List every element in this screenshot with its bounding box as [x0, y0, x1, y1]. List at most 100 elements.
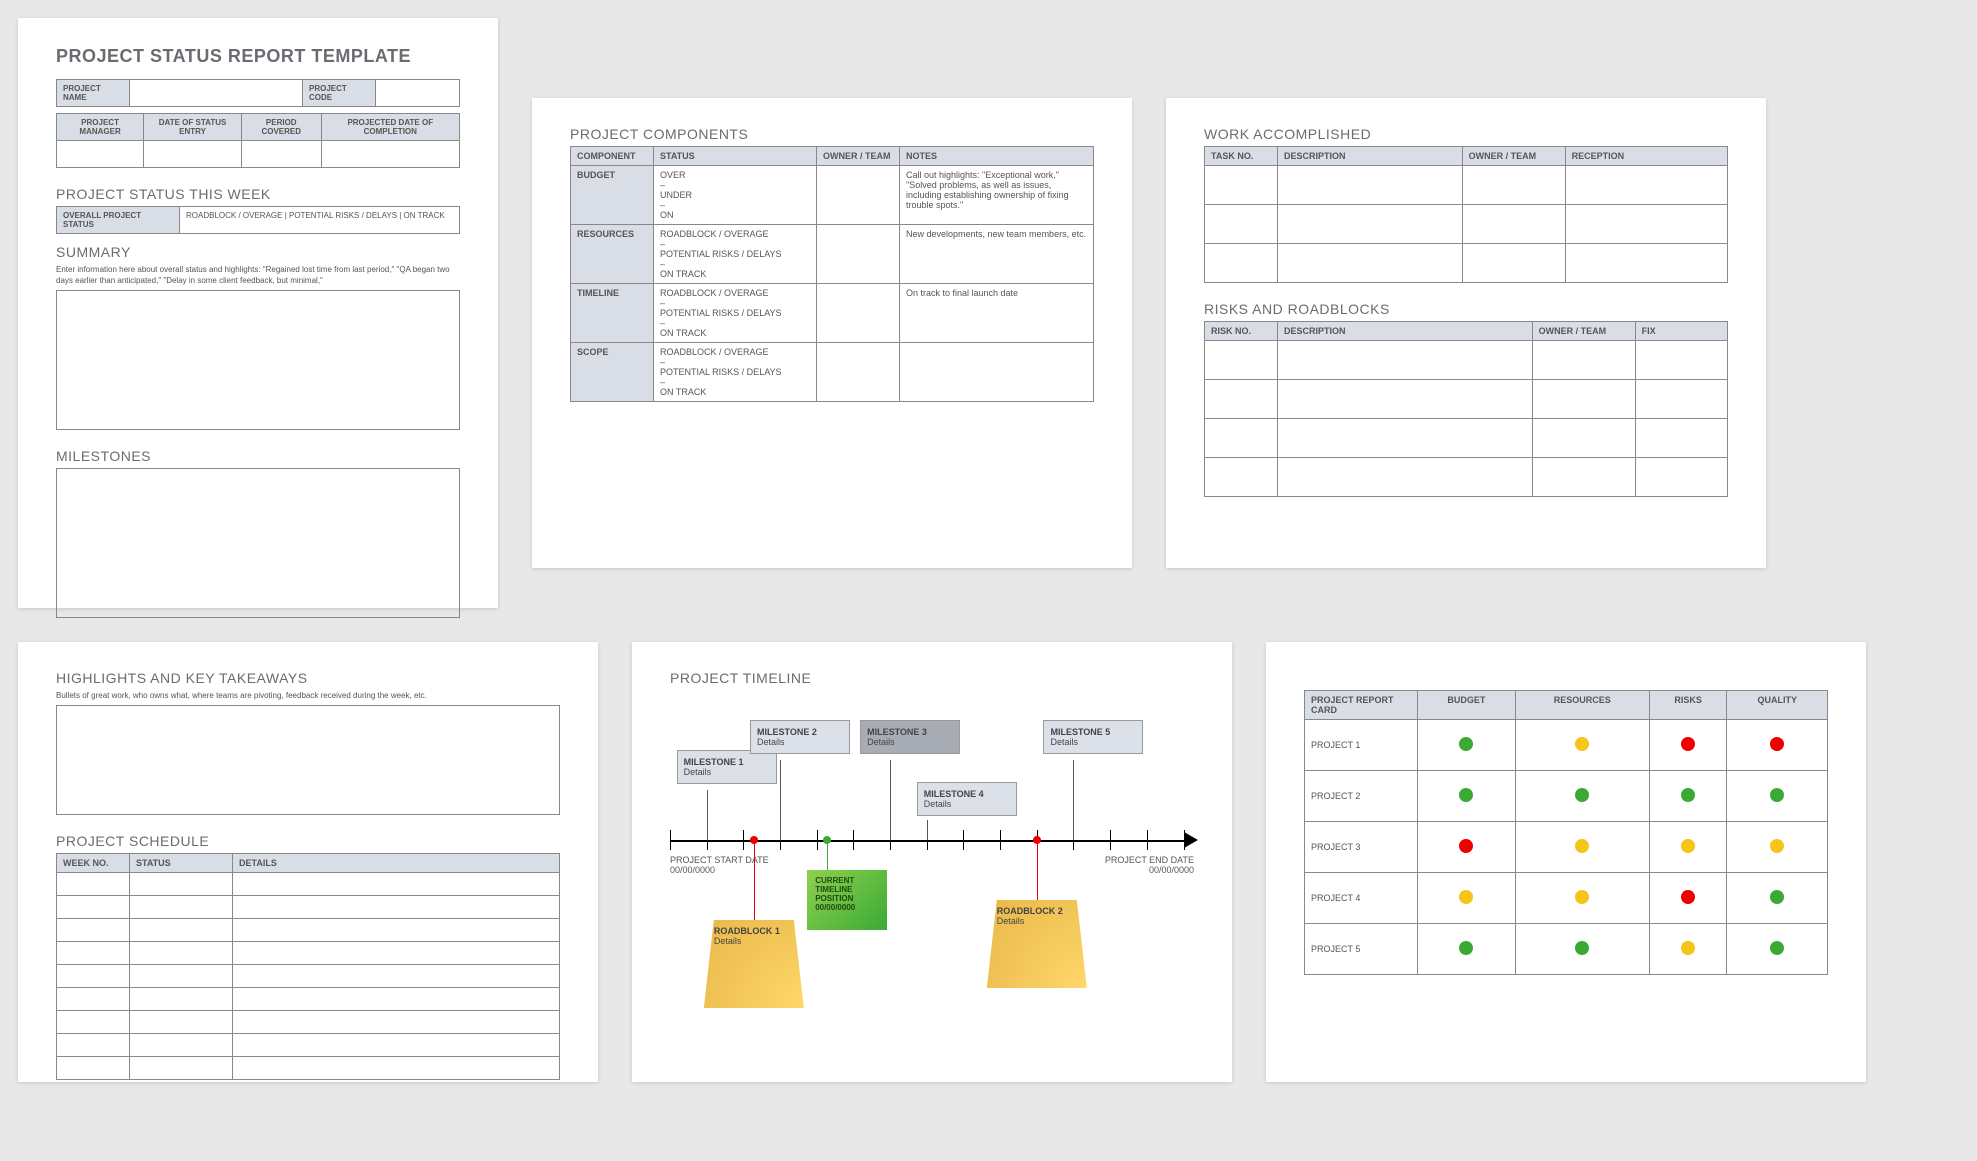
milestone-5-details: Details [1050, 737, 1078, 747]
summary-hint: Enter information here about overall sta… [56, 264, 460, 286]
row-scope-owner[interactable] [817, 343, 900, 402]
sched-col-details: DETAILS [233, 854, 560, 873]
status-dot-icon [1770, 839, 1784, 853]
status-dot-icon [1681, 788, 1695, 802]
rc-row-name: PROJECT 2 [1305, 771, 1418, 822]
rc-col-resources: RESOURCES [1515, 691, 1649, 720]
project-schedule-table: WEEK NO. STATUS DETAILS [56, 853, 560, 1080]
heading-milestones: MILESTONES [56, 448, 460, 464]
row-scope-label: SCOPE [571, 343, 654, 402]
status-dot-icon [1459, 839, 1473, 853]
col-entry-date: DATE OF STATUS ENTRY [144, 114, 242, 141]
rc-status-cell [1727, 924, 1828, 975]
cell-project-name[interactable] [130, 80, 303, 107]
rc-status-cell [1418, 873, 1516, 924]
rr-col-desc: DESCRIPTION [1278, 322, 1533, 341]
timeline-axis [670, 840, 1194, 842]
milestone-4-title: MILESTONE 4 [924, 789, 984, 799]
row-scope-status: ROADBLOCK / OVERAGE – POTENTIAL RISKS / … [654, 343, 817, 402]
highlights-hint: Bullets of great work, who owns what, wh… [56, 690, 560, 701]
page-project-timeline: PROJECT TIMELINE MILESTONE 1 Details MIL… [632, 642, 1232, 1082]
header-table-2: PROJECT MANAGER DATE OF STATUS ENTRY PER… [56, 113, 460, 168]
rc-row-name: PROJECT 4 [1305, 873, 1418, 924]
heading-status-week: PROJECT STATUS THIS WEEK [56, 186, 460, 202]
rc-col-budget: BUDGET [1418, 691, 1516, 720]
row-timeline-notes: On track to final launch date [900, 284, 1094, 343]
roadblock-box-2: ROADBLOCK 2 Details [987, 900, 1087, 988]
rc-status-cell [1649, 822, 1727, 873]
page-status-report: PROJECT STATUS REPORT TEMPLATE PROJECT N… [18, 18, 498, 608]
row-timeline-status: ROADBLOCK / OVERAGE – POTENTIAL RISKS / … [654, 284, 817, 343]
row-timeline-owner[interactable] [817, 284, 900, 343]
milestone-box-5: MILESTONE 5 Details [1043, 720, 1143, 754]
rc-status-cell [1515, 822, 1649, 873]
wa-col-reception: RECEPTION [1565, 147, 1727, 166]
rc-status-cell [1649, 924, 1727, 975]
status-dot-icon [1575, 890, 1589, 904]
wa-col-owner: OWNER / TEAM [1462, 147, 1565, 166]
status-dot-icon [1575, 941, 1589, 955]
col-manager: PROJECT MANAGER [57, 114, 144, 141]
heading-highlights: HIGHLIGHTS AND KEY TAKEAWAYS [56, 670, 560, 686]
rc-status-cell [1418, 771, 1516, 822]
row-resources-owner[interactable] [817, 225, 900, 284]
roadblock-1-details: Details [714, 936, 742, 946]
arrow-right-icon [1184, 832, 1198, 848]
milestone-box-4: MILESTONE 4 Details [917, 782, 1017, 816]
milestone-2-details: Details [757, 737, 785, 747]
header-table-1: PROJECT NAME PROJECT CODE [56, 79, 460, 107]
overall-status-row: OVERALL PROJECT STATUS ROADBLOCK / OVERA… [56, 206, 460, 234]
rr-col-owner: OWNER / TEAM [1532, 322, 1635, 341]
status-dot-icon [1770, 890, 1784, 904]
legend-text: ROADBLOCK / OVERAGE | POTENTIAL RISKS / … [180, 207, 460, 234]
status-dot-icon [1770, 788, 1784, 802]
rc-status-cell [1727, 720, 1828, 771]
milestone-5-title: MILESTONE 5 [1050, 727, 1110, 737]
cell-project-code[interactable] [376, 80, 460, 107]
status-dot-icon [1459, 890, 1473, 904]
rc-status-cell [1727, 873, 1828, 924]
current-position-date: 00/00/0000 [815, 903, 855, 912]
rc-status-cell [1727, 822, 1828, 873]
row-scope-notes[interactable] [900, 343, 1094, 402]
col-completion: PROJECTED DATE OF COMPLETION [321, 114, 459, 141]
status-dot-icon [1681, 890, 1695, 904]
status-dot-icon [1575, 788, 1589, 802]
col-status: STATUS [654, 147, 817, 166]
rc-row-name: PROJECT 5 [1305, 924, 1418, 975]
rc-status-cell [1649, 771, 1727, 822]
milestones-box[interactable] [56, 468, 460, 618]
rc-status-cell [1418, 720, 1516, 771]
milestone-box-1: MILESTONE 1 Details [677, 750, 777, 784]
status-dot-icon [1770, 941, 1784, 955]
rc-status-cell [1515, 720, 1649, 771]
rc-status-cell [1727, 771, 1828, 822]
label-project-code: PROJECT CODE [303, 80, 376, 107]
status-dot-icon [1681, 941, 1695, 955]
col-notes: NOTES [900, 147, 1094, 166]
summary-box[interactable] [56, 290, 460, 430]
page-work-risks: WORK ACCOMPLISHED TASK NO. DESCRIPTION O… [1166, 98, 1766, 568]
rc-col-quality: QUALITY [1727, 691, 1828, 720]
status-dot-icon [1459, 737, 1473, 751]
page-report-card: PROJECT REPORT CARD BUDGET RESOURCES RIS… [1266, 642, 1866, 1082]
row-resources-notes: New developments, new team members, etc. [900, 225, 1094, 284]
row-budget-label: BUDGET [571, 166, 654, 225]
row-budget-status: OVER – UNDER – ON [654, 166, 817, 225]
milestone-box-2: MILESTONE 2 Details [750, 720, 850, 754]
col-owner: OWNER / TEAM [817, 147, 900, 166]
wa-col-desc: DESCRIPTION [1278, 147, 1463, 166]
components-table: COMPONENT STATUS OWNER / TEAM NOTES BUDG… [570, 146, 1094, 402]
rc-title: PROJECT REPORT CARD [1305, 691, 1418, 720]
roadblock-1-title: ROADBLOCK 1 [714, 926, 780, 936]
label-overall-status: OVERALL PROJECT STATUS [57, 207, 180, 234]
highlights-box[interactable] [56, 705, 560, 815]
sched-col-week: WEEK NO. [57, 854, 130, 873]
roadblock-2-details: Details [997, 916, 1025, 926]
rc-status-cell [1418, 924, 1516, 975]
heading-summary: SUMMARY [56, 244, 460, 260]
heading-project-schedule: PROJECT SCHEDULE [56, 833, 560, 849]
row-timeline-label: TIMELINE [571, 284, 654, 343]
row-budget-owner[interactable] [817, 166, 900, 225]
rc-status-cell [1515, 771, 1649, 822]
